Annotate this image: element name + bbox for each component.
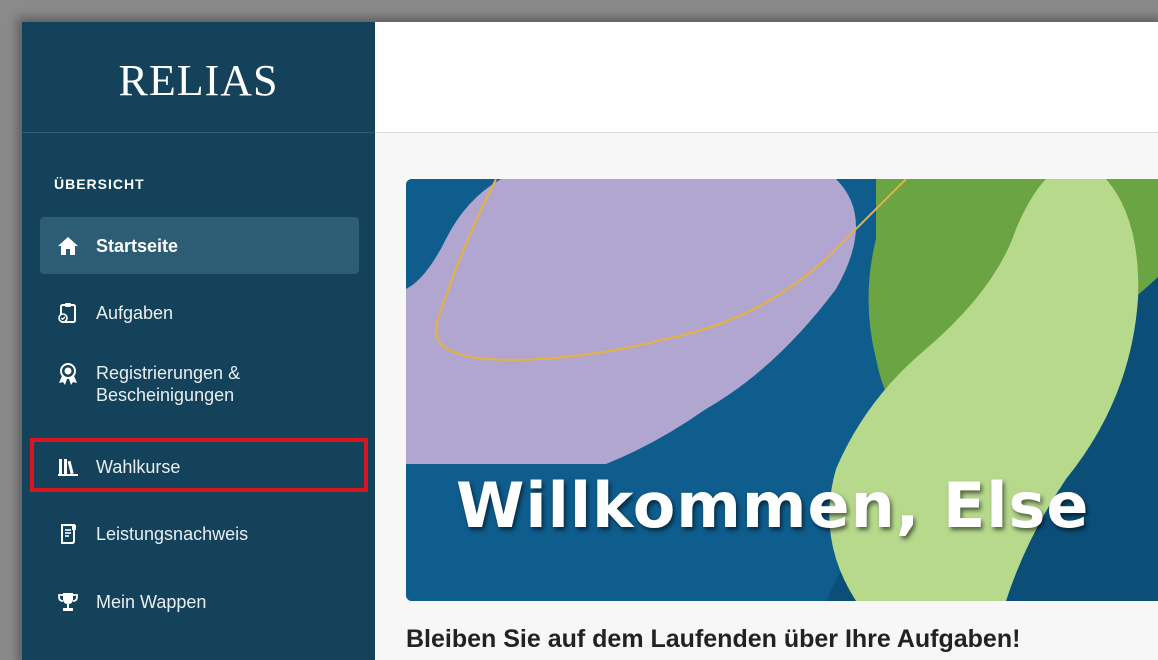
sidebar-item-label: Mein Wappen [96,592,207,612]
welcome-banner: Willkommen, Else [406,179,1158,601]
award-badge-icon [56,362,80,386]
clipboard-check-icon [56,301,80,325]
relias-logo[interactable]: RELIAS [119,55,279,106]
sidebar-item-label: Aufgaben [96,303,174,323]
sidebar-item-label: Registrierungen & Bescheinigungen [96,363,241,405]
sidebar-item-label: Startseite [96,235,179,256]
sidebar-item-leistungsnachweis[interactable]: Leistungsnachweis [40,513,359,555]
sidebar-item-startseite[interactable]: Startseite [40,217,359,274]
trophy-icon [56,590,80,614]
welcome-heading: Willkommen, Else [456,469,1090,542]
sidebar-item-registrierungen[interactable]: Registrierungen & Bescheinigungen [40,362,359,418]
transcript-icon [56,522,80,546]
app-window: RELIAS ÜBERSICHT Startseite Aufgaben Reg… [22,22,1158,660]
logo-area: RELIAS [22,22,375,133]
sidebar-item-label: Leistungsnachweis [96,524,249,544]
tasks-subheading: Bleiben Sie auf dem Laufenden über Ihre … [406,625,1021,653]
highlight-box-wahlkurse [30,438,368,492]
home-icon [56,234,80,258]
top-bar [375,22,1158,133]
sidebar-item-aufgaben[interactable]: Aufgaben [40,292,359,334]
sidebar-item-mein-wappen[interactable]: Mein Wappen [40,581,359,623]
sidebar: RELIAS ÜBERSICHT Startseite Aufgaben Reg… [22,22,375,660]
section-label-overview: ÜBERSICHT [54,176,145,192]
main-content: Willkommen, Else Bleiben Sie auf dem Lau… [375,133,1158,660]
